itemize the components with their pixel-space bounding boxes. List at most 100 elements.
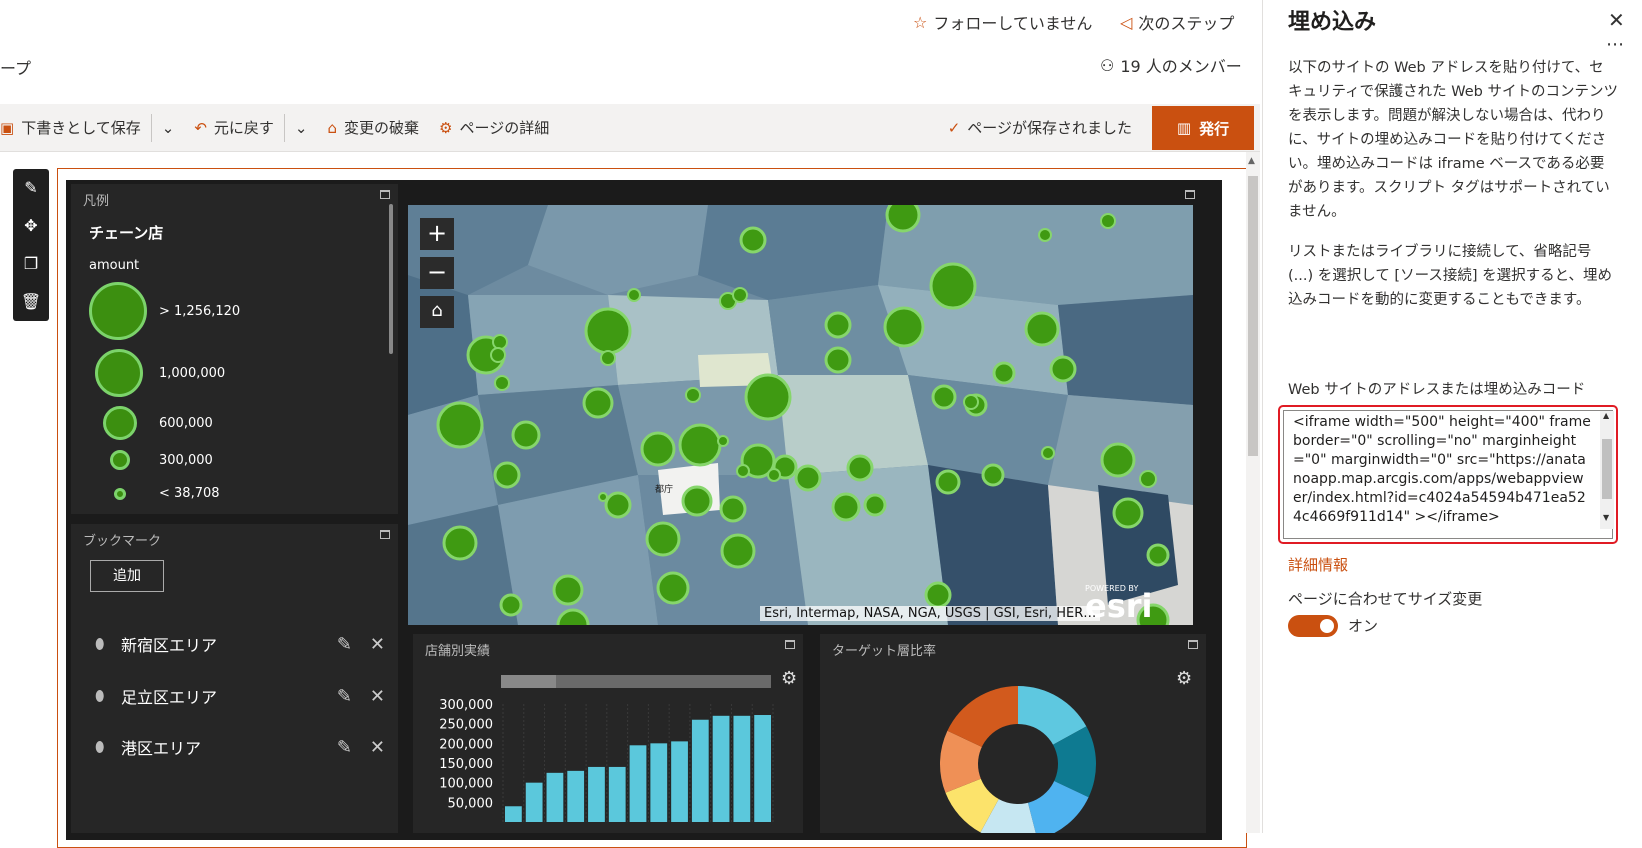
- bookmark-title: ブックマーク: [83, 534, 162, 549]
- discard-icon: ⌂: [327, 118, 338, 137]
- home-button[interactable]: ⌂: [420, 296, 454, 328]
- next-steps-button[interactable]: ◁ 次のステップ: [1120, 10, 1234, 34]
- bookmark-label: 足立区エリア: [121, 688, 218, 707]
- zoom-out-button[interactable]: −: [420, 257, 454, 289]
- close-icon[interactable]: ✕: [370, 686, 385, 707]
- plus-icon: +: [426, 219, 448, 247]
- map-attribution[interactable]: Esri, Intermap, NASA, NGA, USGS | GSI, E…: [760, 606, 1101, 621]
- bar[interactable]: [588, 766, 605, 822]
- bar[interactable]: [608, 766, 626, 822]
- scroll-down-icon[interactable]: ▼: [1603, 513, 1609, 522]
- bookmark-label: 新宿区エリア: [121, 636, 218, 655]
- scroll-up-icon[interactable]: ▲: [1603, 411, 1609, 420]
- resize-toggle[interactable]: [1288, 615, 1338, 637]
- undo-button[interactable]: ↶ 元に戻す: [184, 104, 284, 151]
- pane-description-2: リストまたはライブラリに接続して、省略記号 (...) を選択して [ソース接続…: [1288, 244, 1613, 308]
- scroll-up-icon[interactable]: ▲: [1248, 156, 1255, 166]
- bar[interactable]: [505, 806, 522, 822]
- bar[interactable]: [650, 743, 668, 822]
- members-button[interactable]: ⚇ 19 人のメンバー: [1100, 53, 1242, 77]
- legend-panel: 凡例 チェーン店 amount > 1,256,120 1,000,000 60…: [71, 184, 398, 514]
- gear-icon[interactable]: ⚙: [781, 668, 797, 689]
- saved-status-label: ページが保存されました: [967, 119, 1132, 137]
- legend-symbol: [114, 488, 126, 500]
- save-draft-label: 下書きとして保存: [21, 119, 141, 137]
- zoom-in-button[interactable]: +: [420, 218, 454, 250]
- bar[interactable]: [629, 745, 647, 822]
- bar[interactable]: [671, 741, 688, 822]
- maximize-icon[interactable]: [1185, 190, 1195, 199]
- chevron-down-icon: ⌄: [294, 118, 308, 137]
- pane-title: 埋め込み: [1288, 10, 1377, 35]
- move-icon[interactable]: ✥: [13, 207, 49, 245]
- delete-icon[interactable]: 🗑: [13, 283, 49, 321]
- breadcrumb-fragment: ープ: [0, 59, 32, 78]
- y-tick-label: 100,000: [439, 777, 493, 792]
- save-draft-button[interactable]: ▣ 下書きとして保存: [0, 104, 151, 151]
- scroll-thumb[interactable]: [1248, 176, 1258, 456]
- map-pin-icon: ⬮: [95, 687, 105, 705]
- map-label-tocho: 都庁: [655, 483, 673, 495]
- y-tick-label: 150,000: [439, 757, 493, 772]
- next-steps-label: 次のステップ: [1138, 14, 1235, 33]
- bar[interactable]: [546, 772, 564, 822]
- bookmark-item[interactable]: ⬮ 港区エリア ✎ ✕: [95, 732, 385, 762]
- y-tick-label: 250,000: [439, 718, 493, 733]
- undo-icon: ↶: [194, 118, 207, 137]
- publish-button[interactable]: ▥ 発行: [1152, 106, 1254, 150]
- add-bookmark-button[interactable]: 追加: [90, 560, 164, 592]
- bookmark-item[interactable]: ⬮ 足立区エリア ✎ ✕: [95, 681, 385, 711]
- maximize-icon[interactable]: [785, 640, 795, 649]
- bar[interactable]: [691, 719, 709, 822]
- page-scrollbar[interactable]: ▲: [1246, 152, 1260, 833]
- legend-scrollbar[interactable]: [389, 204, 393, 354]
- members-label: 19 人のメンバー: [1120, 57, 1242, 76]
- page-details-button[interactable]: ⚙ ページの詳細: [429, 104, 559, 151]
- embed-code-input[interactable]: <iframe width="500" height="400" framebo…: [1283, 410, 1613, 539]
- legend-class-label: > 1,256,120: [159, 304, 241, 319]
- minus-icon: −: [426, 258, 448, 286]
- bar[interactable]: [567, 770, 585, 822]
- more-info-link[interactable]: 詳細情報: [1288, 554, 1348, 575]
- scroll-thumb[interactable]: [1602, 439, 1612, 499]
- bar[interactable]: [712, 715, 730, 822]
- textarea-scrollbar[interactable]: ▲ ▼: [1600, 411, 1614, 529]
- close-icon: ✕: [1608, 8, 1625, 32]
- edit-pencil-icon[interactable]: ✎: [13, 169, 49, 207]
- toggle-state-label: オン: [1348, 617, 1379, 635]
- follow-button[interactable]: ☆ フォローしていません: [913, 10, 1092, 34]
- legend-class-label: 600,000: [159, 416, 213, 431]
- command-bar: ▣ 下書きとして保存 ⌄ ↶ 元に戻す ⌄ ⌂ 変更の破棄 ⚙ ページの詳細 ✓…: [0, 104, 1260, 152]
- bar[interactable]: [754, 715, 771, 822]
- map-pin-icon: ⬮: [95, 738, 105, 756]
- duplicate-icon[interactable]: ❐: [13, 245, 49, 283]
- bookmark-panel: ブックマーク 追加 ⬮ 新宿区エリア ✎ ✕ ⬮ 足立区エリア ✎ ✕ ⬮ 港区…: [71, 524, 398, 833]
- save-dropdown-button[interactable]: ⌄: [152, 104, 185, 151]
- discard-button[interactable]: ⌂ 変更の破棄: [318, 104, 430, 151]
- bookmark-item[interactable]: ⬮ 新宿区エリア ✎ ✕: [95, 629, 385, 659]
- legend-symbol: [89, 282, 147, 340]
- undo-dropdown-button[interactable]: ⌄: [285, 104, 318, 151]
- legend-layer-name: チェーン店: [89, 224, 164, 242]
- close-pane-button[interactable]: ✕: [1608, 8, 1625, 32]
- legend-symbol: [103, 406, 137, 440]
- close-icon[interactable]: ✕: [370, 737, 385, 758]
- edit-icon[interactable]: ✎: [337, 686, 352, 707]
- maximize-icon[interactable]: [380, 530, 390, 539]
- maximize-icon[interactable]: [380, 190, 390, 199]
- close-icon[interactable]: ✕: [370, 634, 385, 655]
- megaphone-icon: ◁: [1120, 12, 1133, 32]
- map-canvas[interactable]: 都庁 POWERED BY esri: [408, 205, 1193, 625]
- range-slider[interactable]: [501, 675, 771, 688]
- webpart-edit-toolbar: ✎ ✥ ❐ 🗑: [13, 169, 49, 321]
- bar[interactable]: [525, 782, 543, 822]
- map-view[interactable]: 都庁 POWERED BY esri: [408, 205, 1193, 625]
- person-icon: ⚇: [1100, 55, 1115, 75]
- legend-class-label: < 38,708: [159, 486, 220, 501]
- more-options-button[interactable]: ⋯: [1606, 34, 1625, 55]
- edit-icon[interactable]: ✎: [337, 634, 352, 655]
- range-slider-selection[interactable]: [501, 675, 556, 688]
- bar[interactable]: [733, 715, 751, 822]
- star-icon: ☆: [913, 12, 928, 32]
- edit-icon[interactable]: ✎: [337, 737, 352, 758]
